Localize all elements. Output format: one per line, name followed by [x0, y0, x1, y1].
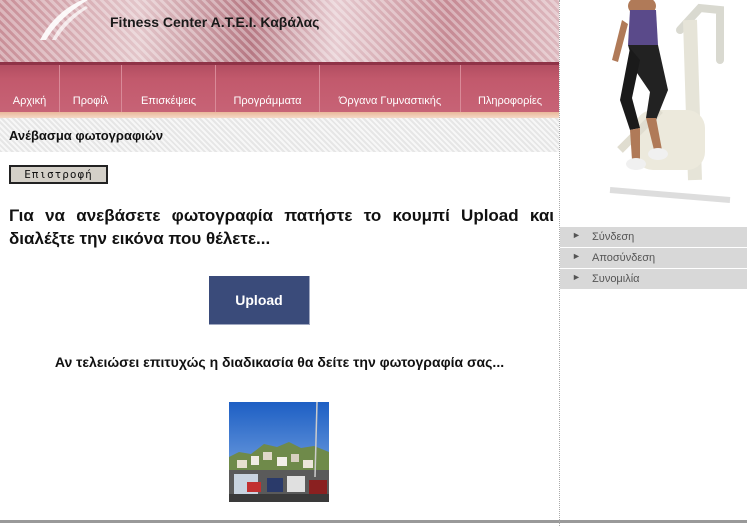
arrow-right-icon: ► [572, 230, 581, 240]
site-header: Fitness Center A.T.E.I. Καβάλας [0, 0, 559, 62]
arrow-right-icon: ► [572, 272, 581, 282]
exercise-bike-image [560, 0, 747, 226]
footer-divider [0, 520, 747, 523]
sidebar-item-chat[interactable]: ► Συνομιλία [560, 269, 747, 290]
back-button[interactable]: Επιστροφή [9, 165, 108, 184]
result-note: Αν τελειώσει επιτυχώς η διαδικασία θα δε… [54, 354, 505, 370]
upload-instructions: Για να ανεβάσετε φωτογραφία πατήστε το κ… [9, 206, 554, 248]
nav-item-programs[interactable]: Προγράμματα [216, 65, 320, 112]
site-title: Fitness Center A.T.E.I. Καβάλας [110, 14, 320, 30]
nav-item-label: Προφίλ [72, 95, 109, 107]
nav-item-label: Προγράμματα [233, 95, 302, 107]
nav-item-profile[interactable]: Προφίλ [60, 65, 122, 112]
sidebar-item-label: Σύνδεση [592, 231, 635, 243]
section-header: Ανέβασμα φωτογραφιών [0, 118, 559, 152]
sidebar-item-login[interactable]: ► Σύνδεση [560, 227, 747, 248]
logo-icon [40, 0, 88, 40]
nav-item-label: Αρχική [12, 95, 47, 107]
nav-item-visits[interactable]: Επισκέψεις [122, 65, 216, 112]
sidebar-item-logout[interactable]: ► Αποσύνδεση [560, 248, 747, 269]
sidebar-item-label: Αποσύνδεση [592, 252, 656, 264]
arrow-right-icon: ► [572, 251, 581, 261]
nav-item-home[interactable]: Αρχική [0, 65, 60, 112]
upload-button[interactable]: Upload [209, 276, 310, 325]
sidebar-menu: ► Σύνδεση ► Αποσύνδεση ► Συνομιλία [560, 227, 747, 290]
page-title: Ανέβασμα φωτογραφιών [9, 128, 164, 143]
nav-item-equipment[interactable]: Όργανα Γυμναστικής [320, 65, 461, 112]
nav-item-label: Επισκέψεις [140, 95, 197, 107]
main-nav: Αρχική Προφίλ Επισκέψεις Προγράμματα Όργ… [0, 62, 559, 112]
uploaded-photo [229, 402, 329, 502]
nav-item-label: Πληροφορίες [477, 95, 543, 107]
nav-item-label: Όργανα Γυμναστικής [338, 95, 442, 107]
nav-item-info[interactable]: Πληροφορίες [461, 65, 559, 112]
sidebar-item-label: Συνομιλία [592, 273, 640, 285]
